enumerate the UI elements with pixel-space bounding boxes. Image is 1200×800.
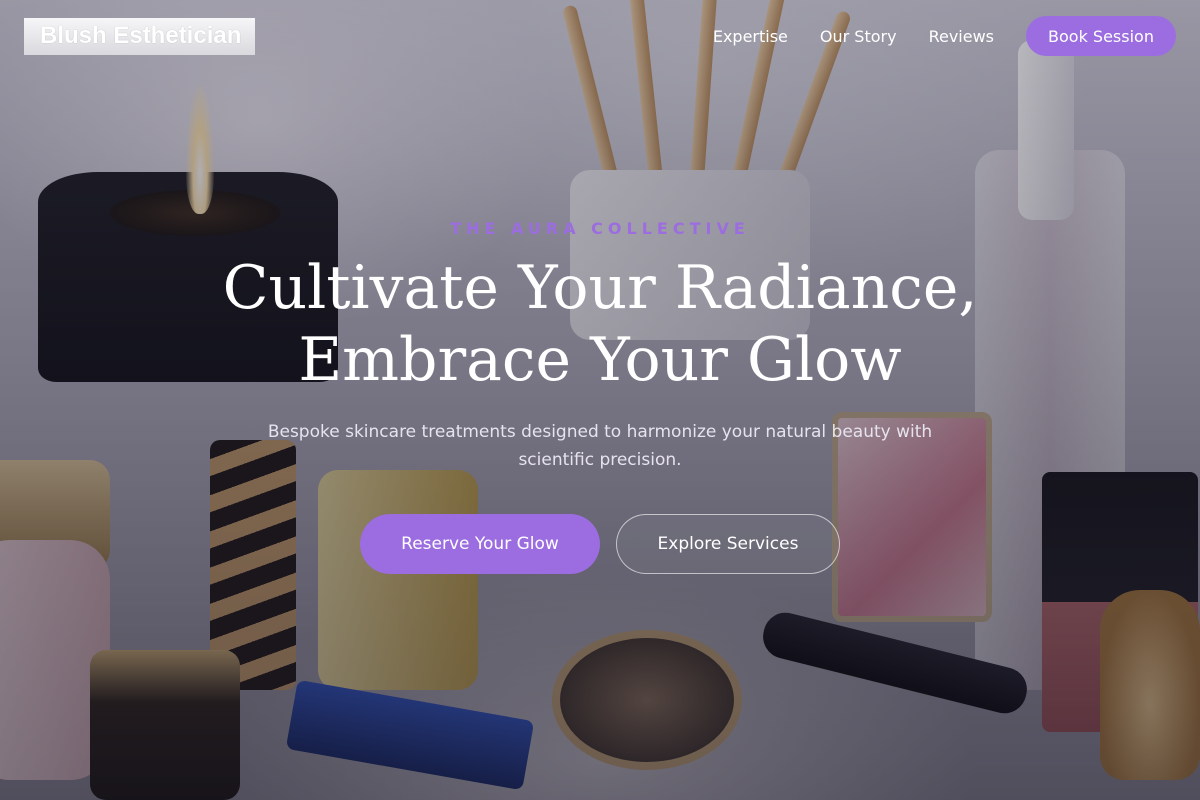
hero-eyebrow: THE AURA COLLECTIVE xyxy=(450,219,750,238)
headline-line-1: Cultivate Your Radiance, xyxy=(222,253,978,323)
reserve-your-glow-button[interactable]: Reserve Your Glow xyxy=(360,514,600,574)
headline-line-2: Embrace Your Glow xyxy=(298,325,902,395)
explore-services-button[interactable]: Explore Services xyxy=(616,514,840,574)
hero-section: THE AURA COLLECTIVE Cultivate Your Radia… xyxy=(0,0,1200,800)
hero-subheadline: Bespoke skincare treatments designed to … xyxy=(267,422,933,470)
hero-headline: Cultivate Your Radiance, Embrace Your Gl… xyxy=(150,252,1050,396)
hero-cta-row: Reserve Your Glow Explore Services xyxy=(360,514,840,574)
